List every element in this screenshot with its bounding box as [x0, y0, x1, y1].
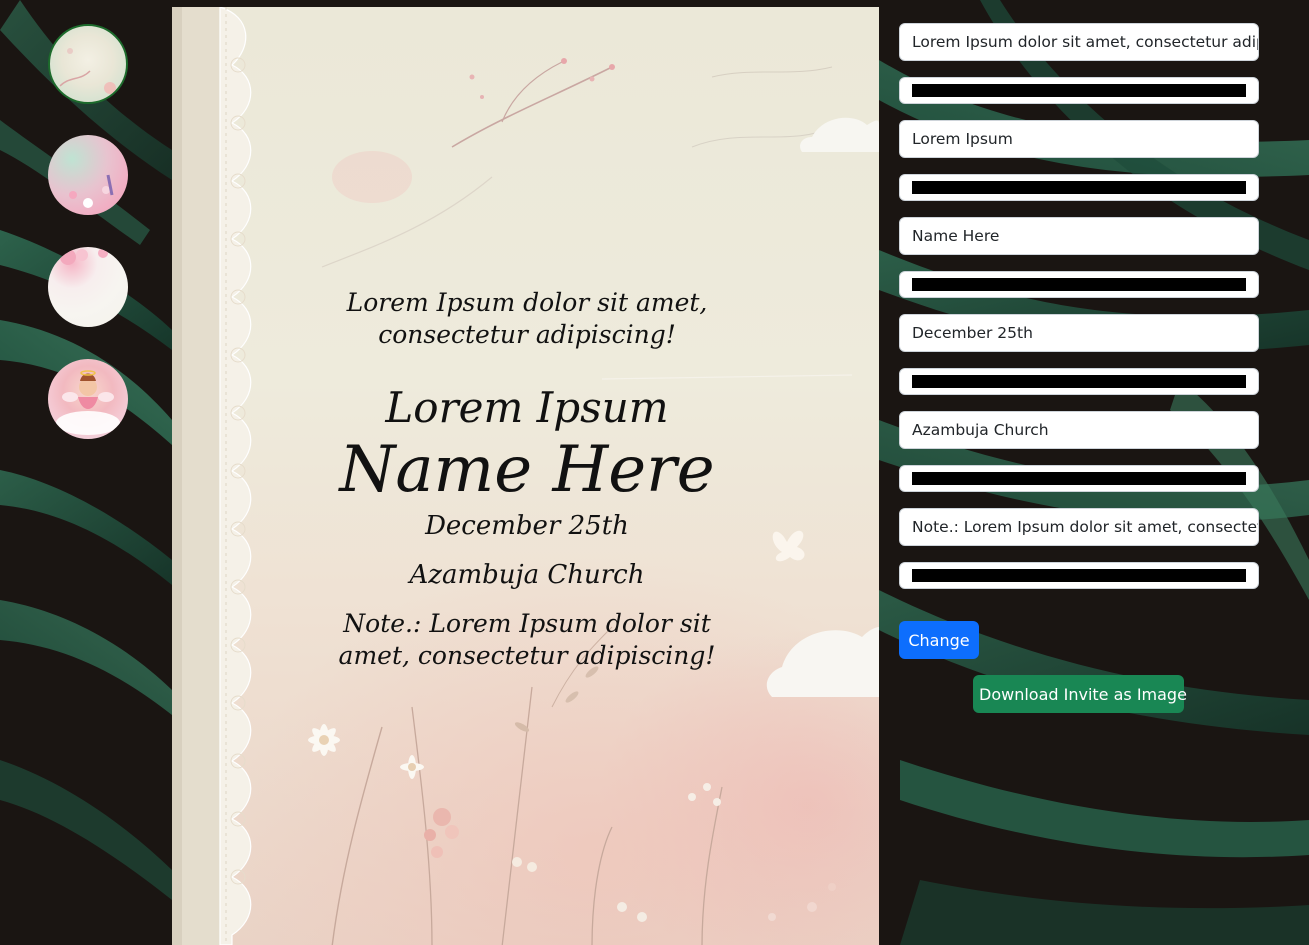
date-color-swatch	[912, 375, 1246, 388]
place-color-picker[interactable]	[899, 465, 1259, 492]
thumbnail-2[interactable]	[48, 135, 128, 215]
place-color-swatch	[912, 472, 1246, 485]
title-color-swatch	[912, 181, 1246, 194]
title-color-picker[interactable]	[899, 174, 1259, 201]
invite-date-text: December 25th	[425, 511, 629, 541]
floral-cream-icon	[59, 48, 116, 94]
invite-intro-text: Lorem Ipsum dolor sit amet, consectetur …	[346, 288, 708, 349]
note-color-picker[interactable]	[899, 562, 1259, 589]
thumbnail-3[interactable]	[48, 247, 128, 327]
note-color-swatch	[912, 569, 1246, 582]
pink-mint-floral-icon	[69, 174, 114, 208]
thumbnail-4[interactable]	[48, 359, 128, 439]
date-color-picker[interactable]	[899, 368, 1259, 395]
date-text-input[interactable]: December 25th	[899, 314, 1259, 352]
change-button[interactable]: Change	[899, 621, 979, 659]
note-text-input[interactable]: Note.: Lorem Ipsum dolor sit amet, conse…	[899, 508, 1259, 546]
invitation-card: Lorem Ipsum dolor sit amet, consectetur …	[172, 7, 879, 945]
white-rose-icon	[60, 248, 108, 265]
name-color-swatch	[912, 278, 1246, 291]
invitation-text: Lorem Ipsum dolor sit amet, consectetur …	[172, 7, 879, 945]
thumbnail-1[interactable]	[48, 24, 128, 104]
title-text-input[interactable]: Lorem Ipsum	[899, 120, 1259, 158]
invite-note-text: Note.: Lorem Ipsum dolor sit amet, conse…	[338, 609, 716, 670]
intro-color-swatch	[912, 84, 1246, 97]
place-text-input[interactable]: Azambuja Church	[899, 411, 1259, 449]
angel-cloud-icon	[56, 370, 120, 435]
download-invite-button[interactable]: Download Invite as Image	[973, 675, 1187, 713]
invite-title-text: Lorem Ipsum	[385, 383, 669, 432]
name-color-picker[interactable]	[899, 271, 1259, 298]
intro-text-input[interactable]: Lorem Ipsum dolor sit amet, consectetur …	[899, 23, 1259, 61]
invite-place-text: Azambuja Church	[409, 560, 645, 590]
invite-name-text: Name Here	[339, 433, 715, 507]
name-text-input[interactable]: Name Here	[899, 217, 1259, 255]
intro-color-picker[interactable]	[899, 77, 1259, 104]
